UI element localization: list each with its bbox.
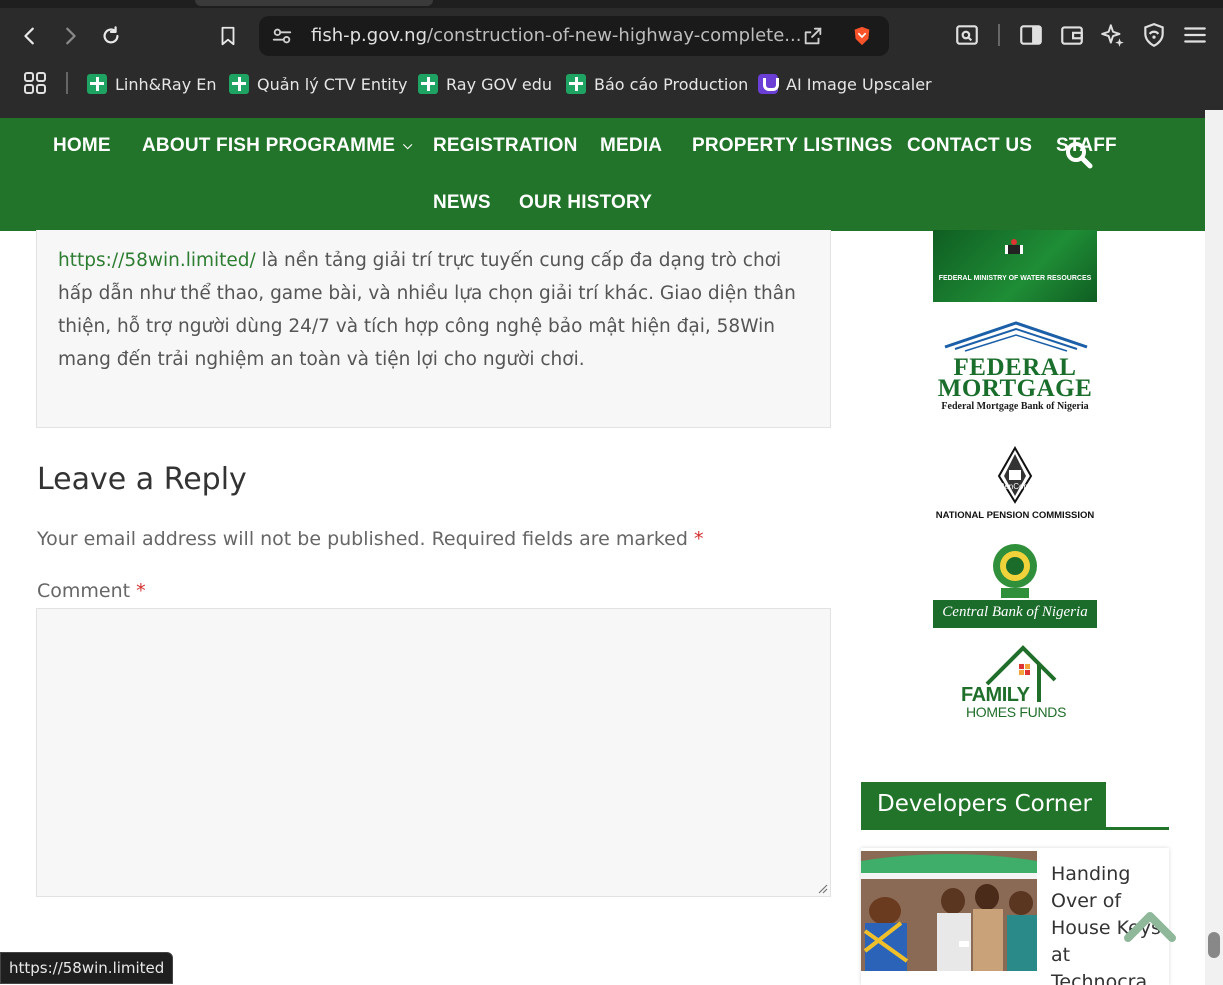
reply-heading: Leave a Reply [37, 462, 247, 497]
sheets-icon [87, 74, 107, 94]
bookmark-icon [221, 26, 235, 46]
family-homes-logo[interactable]: FAMILY HOMES FUNDS [933, 640, 1097, 728]
comment-line1: là nền tảng giải trí trực tuyến cung cấp… [255, 250, 782, 271]
share-icon[interactable] [802, 25, 824, 47]
scrollbar-track[interactable] [1205, 110, 1223, 985]
bookmark-bao-cao[interactable]: Báo cáo Production [566, 72, 748, 96]
sheets-icon [566, 74, 586, 94]
comment-line2: hấp dẫn như thể thao, game bài, và nhiều… [58, 283, 796, 304]
scroll-to-top-icon[interactable] [1124, 908, 1176, 944]
required-mark: * [693, 528, 704, 550]
cbn-crest-icon [993, 544, 1037, 598]
page-top-strip [0, 110, 1223, 118]
developers-corner-title: Developers Corner [877, 791, 1092, 817]
federal-mortgage-logo[interactable]: FEDERAL MORTGAGE Federal Mortgage Bank o… [933, 315, 1097, 415]
nav-our-history[interactable]: OUR HISTORY [519, 192, 652, 214]
bookmark-label: Linh&Ray En [115, 74, 217, 94]
bookmark-label: Báo cáo Production [594, 74, 749, 94]
pencom-text: NATIONAL PENSION COMMISSION [935, 510, 1095, 521]
tab-strip [0, 0, 1223, 8]
fm-subtitle: Federal Mortgage Bank of Nigeria [941, 401, 1089, 412]
bookmark-linh-ray[interactable]: Linh&Ray En [87, 72, 217, 96]
comment-label-text: Comment [37, 580, 131, 602]
vpn-icon[interactable] [1141, 22, 1167, 48]
leo-ai-icon[interactable] [1100, 22, 1126, 48]
nav-media[interactable]: MEDIA [600, 135, 662, 157]
reply-note: Your email address will not be published… [37, 528, 703, 550]
reader-mode-icon[interactable] [954, 22, 980, 48]
reload-button[interactable] [95, 20, 127, 52]
menu-icon[interactable] [1182, 22, 1208, 48]
nav-contact-us[interactable]: CONTACT US [907, 135, 1032, 157]
arrow-left-icon [24, 27, 34, 45]
comment-textarea[interactable] [36, 608, 831, 897]
resize-grip-icon[interactable] [818, 884, 828, 894]
bookmark-separator [66, 72, 68, 94]
nav-property-listings[interactable]: PROPERTY LISTINGS [692, 135, 892, 157]
water-resources-logo[interactable]: FEDERAL MINISTRY OF WATER RESOURCES [933, 230, 1097, 302]
required-mark: * [136, 580, 146, 602]
fm-line2: MORTGAGE [937, 375, 1093, 402]
comment-label: Comment * [37, 580, 146, 602]
web-page: HOME ABOUT FISH PROGRAMME ⌵ REGISTRATION … [0, 110, 1223, 985]
heading-underline [861, 827, 1169, 830]
fhf-line2: HOMES FUNDS [966, 704, 1067, 720]
dev-post-card[interactable]: Handing Over of House Keys at Technocra.… [861, 848, 1169, 985]
active-tab[interactable] [195, 0, 433, 6]
sidebar-toggle-icon[interactable] [1018, 22, 1044, 48]
url-path: /construction-of-new-highway-complete... [427, 25, 802, 46]
pencom-emblem-icon [997, 446, 1033, 504]
water-logo-text: FEDERAL MINISTRY OF WATER RESOURCES [938, 275, 1092, 282]
nav-registration[interactable]: REGISTRATION [433, 135, 578, 157]
site-settings-icon[interactable] [271, 25, 293, 47]
bookmark-label: AI Image Upscaler [786, 74, 932, 94]
address-bar[interactable]: fish-p.gov.ng/construction-of-new-highwa… [259, 16, 889, 56]
wallet-icon[interactable] [1059, 22, 1085, 48]
link-status-tooltip: https://58win.limited [0, 952, 174, 984]
coat-of-arms-icon [1005, 239, 1023, 254]
back-button[interactable] [14, 20, 46, 52]
scrollbar-thumb[interactable] [1208, 932, 1220, 958]
apps-grid-icon[interactable] [24, 72, 46, 94]
nav-about-label: ABOUT FISH PROGRAMME [142, 135, 396, 156]
bookmark-button[interactable] [212, 20, 244, 52]
comment-line3: thiện, hỗ trợ người dùng 24/7 và tích hợ… [58, 316, 775, 337]
nav-news[interactable]: NEWS [433, 192, 491, 214]
search-icon[interactable] [1064, 140, 1094, 170]
chevron-down-icon: ⌵ [403, 138, 413, 153]
pencom-badge: PenCom [999, 482, 1031, 491]
sheets-icon [229, 74, 249, 94]
bookmark-label: Quản lý CTV Entity [257, 74, 408, 94]
nav-home[interactable]: HOME [53, 135, 111, 157]
bookmark-ai-upscaler[interactable]: AI Image Upscaler [758, 72, 932, 96]
cbn-logo[interactable]: Central Bank of Nigeria [933, 536, 1097, 628]
brave-shield-icon[interactable] [851, 25, 873, 47]
reload-icon [103, 26, 119, 44]
pencom-logo[interactable]: PenCom NATIONAL PENSION COMMISSION [933, 442, 1097, 524]
comment-link[interactable]: https://58win.limited/ [58, 250, 256, 271]
event-photo-image [861, 851, 1037, 971]
upscaler-icon [758, 74, 779, 94]
developers-corner-heading: Developers Corner [861, 782, 1106, 828]
url-text[interactable]: fish-p.gov.ng/construction-of-new-highwa… [311, 25, 801, 46]
browser-chrome: fish-p.gov.ng/construction-of-new-highwa… [0, 0, 1223, 110]
forward-button[interactable] [54, 20, 86, 52]
toolbar-divider [998, 24, 1000, 46]
arrow-right-icon [66, 27, 76, 45]
sheets-icon [418, 74, 438, 94]
url-domain: fish-p.gov.ng [311, 25, 428, 46]
reply-note-text: Your email address will not be published… [37, 528, 688, 550]
dev-post-thumbnail[interactable] [861, 851, 1037, 971]
cbn-text: Central Bank of Nigeria [942, 604, 1088, 620]
comment-card: https://58win.limited/ là nền tảng giải … [36, 230, 831, 428]
comment-body: https://58win.limited/ là nền tảng giải … [58, 244, 818, 376]
bookmark-ctv-entity[interactable]: Quản lý CTV Entity [229, 72, 407, 96]
comment-line4: mang đến trải nghiệm an toàn và tiện lợi… [58, 349, 585, 370]
bookmark-ray-gov[interactable]: Ray GOV edu [418, 72, 552, 96]
nav-about[interactable]: ABOUT FISH PROGRAMME ⌵ [142, 135, 412, 157]
main-navigation: HOME ABOUT FISH PROGRAMME ⌵ REGISTRATION … [0, 118, 1205, 231]
bookmark-label: Ray GOV edu [446, 74, 553, 94]
